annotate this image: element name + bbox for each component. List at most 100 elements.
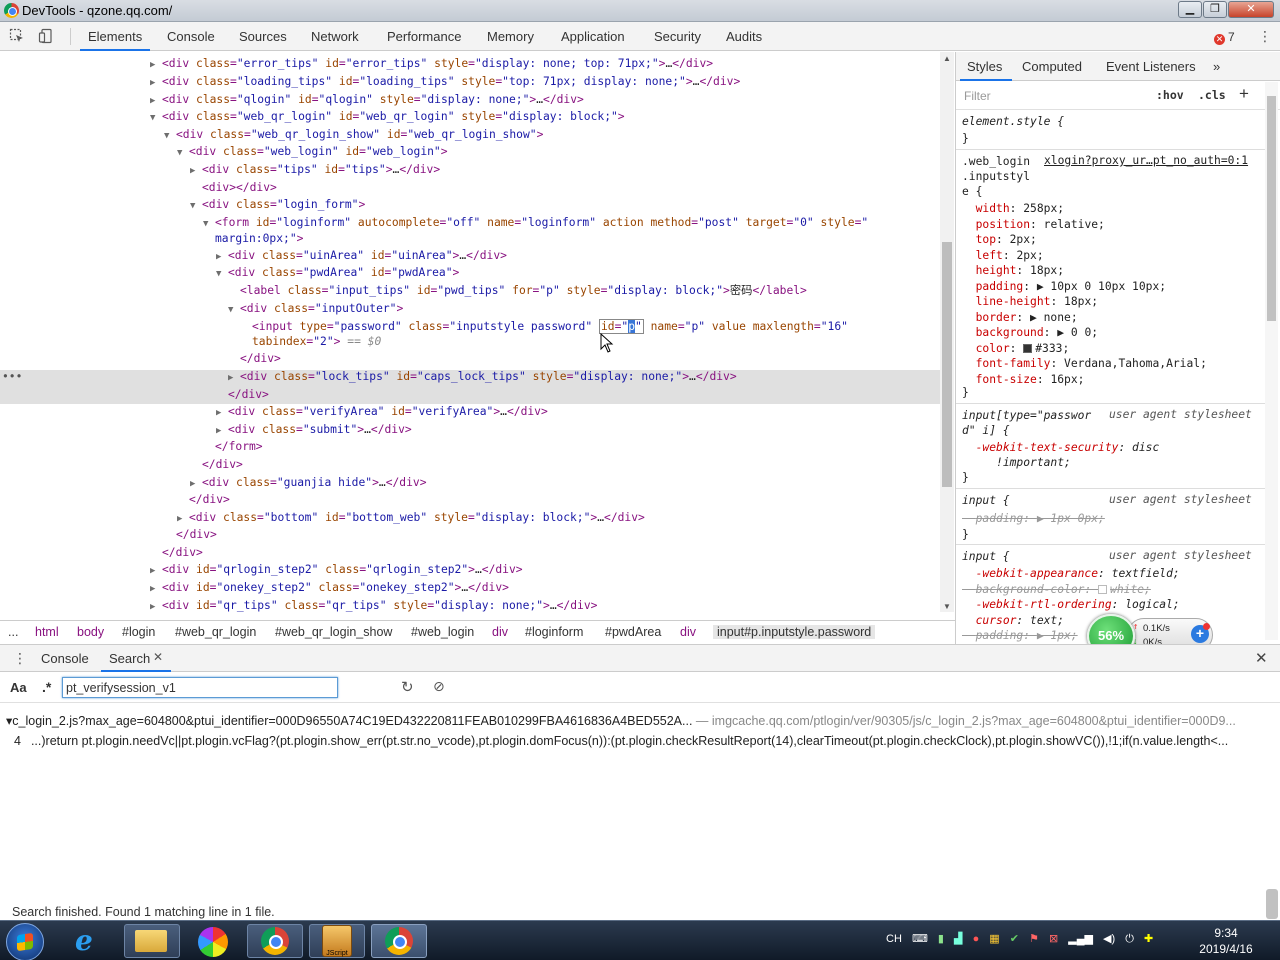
dom-node-line[interactable]: ▼ <form id="loginform" autocomplete="off"… [203,214,868,231]
add-icon[interactable]: ✚ [1144,932,1153,945]
rule-source-link[interactable]: xlogin?proxy_ur…pt_no_auth=0:1 [1044,154,1248,167]
search-result-line[interactable]: 4 ...)return pt.plogin.needVc||pt.plogin.… [14,734,1276,748]
property-value[interactable]: 18px; [1064,295,1098,308]
dom-node-line[interactable]: ▶ <div id="qrlogin_step2" class="qrlogin_… [150,561,523,578]
search-input[interactable] [62,677,338,698]
css-property[interactable]: height: 18px; [962,263,1064,278]
dom-node-line[interactable]: </div> [189,491,230,508]
dom-node-line[interactable]: </div> [240,350,281,367]
property-name[interactable]: font-family [976,357,1051,370]
property-value[interactable]: ▶ none; [1030,311,1078,324]
css-property[interactable]: border: ▶ none; [962,310,1078,325]
styles-scrollbar[interactable] [1265,82,1278,640]
drawer-menu-icon[interactable]: ⋮ [13,650,27,667]
tab-network[interactable]: Network [311,29,359,44]
breadcrumb-item[interactable]: div [492,625,508,639]
breadcrumb-item[interactable]: #web_qr_login_show [275,625,392,639]
collapse-triangle-icon[interactable]: ▼ [150,110,162,127]
css-property[interactable]: color: #333; [962,341,1070,356]
dom-node-line[interactable]: ▶ <div id="qr_tips" class="qr_tips" style… [150,597,597,612]
property-name[interactable]: padding [976,280,1024,293]
input-language-indicator[interactable]: CH [886,933,902,945]
more-tabs-chevron-icon[interactable]: » [1213,59,1220,74]
network-blocked-icon[interactable]: ⊠ [1049,932,1058,945]
breadcrumb-item[interactable]: input#p.inputstyle.password [713,625,876,639]
breadcrumb-item[interactable]: #loginform [525,625,583,639]
dom-tree-scrollbar[interactable]: ▲ ▼ [940,52,954,612]
css-property[interactable]: position: relative; [962,217,1105,232]
device-toolbar-icon[interactable] [38,28,54,44]
property-value[interactable]: 16px; [1050,373,1084,386]
dom-node-line[interactable]: margin:0px;"> [215,230,303,247]
tab-audits[interactable]: Audits [726,29,762,44]
collapse-triangle-icon[interactable]: ▼ [177,145,189,162]
class-toggle[interactable]: .cls [1198,88,1226,102]
signal-icon[interactable]: ▂▄▆ [1068,932,1093,945]
expand-triangle-icon[interactable]: ▶ [190,163,202,180]
drawer-tab-console[interactable]: Console [41,651,89,666]
css-property[interactable]: padding: ▶ 10px 0 10px 10px; [962,279,1166,294]
breadcrumb-item[interactable]: html [35,625,59,639]
hover-state-toggle[interactable]: :hov [1156,88,1184,102]
dom-node-line[interactable]: ▼ <div class="web_login" id="web_login"> [177,143,448,160]
volume-icon[interactable]: ◀) [1103,932,1115,945]
match-case-toggle[interactable]: Aa [10,680,27,695]
collapse-triangle-icon[interactable]: ▼ [228,302,240,319]
color-swatch[interactable] [1023,343,1033,353]
tab-application[interactable]: Application [561,29,625,44]
property-name[interactable]: height [976,264,1017,277]
tab-event-listeners[interactable]: Event Listeners [1106,59,1196,74]
dom-node-line[interactable]: ▶ <div class="bottom" id="bottom_web" sty… [177,509,645,526]
drawer-tab-search[interactable]: Search [109,651,150,666]
dom-node-line[interactable]: ▶ <div class="verifyArea" id="verifyArea"… [216,403,548,420]
property-name[interactable]: background [976,326,1044,339]
scrollbar-thumb[interactable] [1267,96,1276,321]
breadcrumb-item[interactable]: div [680,625,696,639]
color-grid-icon[interactable]: ▦ [989,932,999,945]
tab-memory[interactable]: Memory [487,29,534,44]
node-actions-ellipsis[interactable]: ••• [2,370,22,383]
scroll-up-arrow-icon[interactable]: ▲ [943,54,951,63]
css-property[interactable]: background: ▶ 0 0; [962,325,1098,340]
scroll-down-arrow-icon[interactable]: ▼ [943,602,951,611]
tab-console[interactable]: Console [167,29,215,44]
taskbar-clock[interactable]: 9:34 2019/4/16 [1196,925,1256,957]
property-name[interactable]: width [976,202,1010,215]
dom-node-line[interactable]: ▼ <div class="login_form"> [190,196,365,213]
pinwheel-app-icon[interactable] [198,927,228,957]
shield-icon[interactable]: ✔ [1010,932,1019,945]
ua-rule-selector[interactable]: input { [962,549,1010,564]
element-style-selector[interactable]: element.style { [962,114,1064,129]
css-property[interactable]: left: 2px; [962,248,1044,263]
maximize-button[interactable]: ❐ [1203,1,1227,18]
tab-performance[interactable]: Performance [387,29,461,44]
property-name[interactable]: top [976,233,996,246]
regex-toggle[interactable]: .* [42,679,51,695]
dom-node-line[interactable]: ▼ <div class="web_qr_login" id="web_qr_lo… [150,108,625,125]
property-value[interactable]: 2px; [1016,249,1043,262]
breadcrumb-item[interactable]: ... [8,625,18,639]
breadcrumb-item[interactable]: #login [122,625,155,639]
property-name[interactable]: position [976,218,1030,231]
start-button[interactable] [6,923,44,960]
scrollbar-thumb[interactable] [942,242,952,487]
property-name[interactable]: color [976,342,1010,355]
inspect-element-icon[interactable] [9,28,25,44]
ua-rule-selector[interactable]: input[type="passwor [962,408,1091,423]
battery-icon[interactable]: ▮ [938,932,944,945]
dom-node-line[interactable]: </div> [228,386,269,403]
chart-icon[interactable]: ▟ [954,932,962,945]
tab-sources[interactable]: Sources [239,29,287,44]
dom-tree-panel[interactable]: ••• ▶ <div class="error_tips" id="error_t… [0,52,940,612]
collapse-triangle-icon[interactable]: ▼ [164,128,176,145]
dom-node-line[interactable]: <label class="input_tips" id="pwd_tips" … [240,282,807,299]
tab-security[interactable]: Security [654,29,701,44]
dom-node-line[interactable]: ▶ <div id="onekey_step2" class="onekey_st… [150,579,509,596]
css-property[interactable]: top: 2px; [962,232,1037,247]
keyboard-icon[interactable]: ⌨ [912,932,928,945]
dom-node-line[interactable]: ▶ <div class="lock_tips" id="caps_lock_ti… [228,368,737,385]
breadcrumb-item[interactable]: #pwdArea [605,625,661,639]
property-value[interactable]: 18px; [1030,264,1064,277]
internet-explorer-icon[interactable]: e [75,927,93,955]
dom-node-line[interactable]: <div></div> [202,179,277,196]
